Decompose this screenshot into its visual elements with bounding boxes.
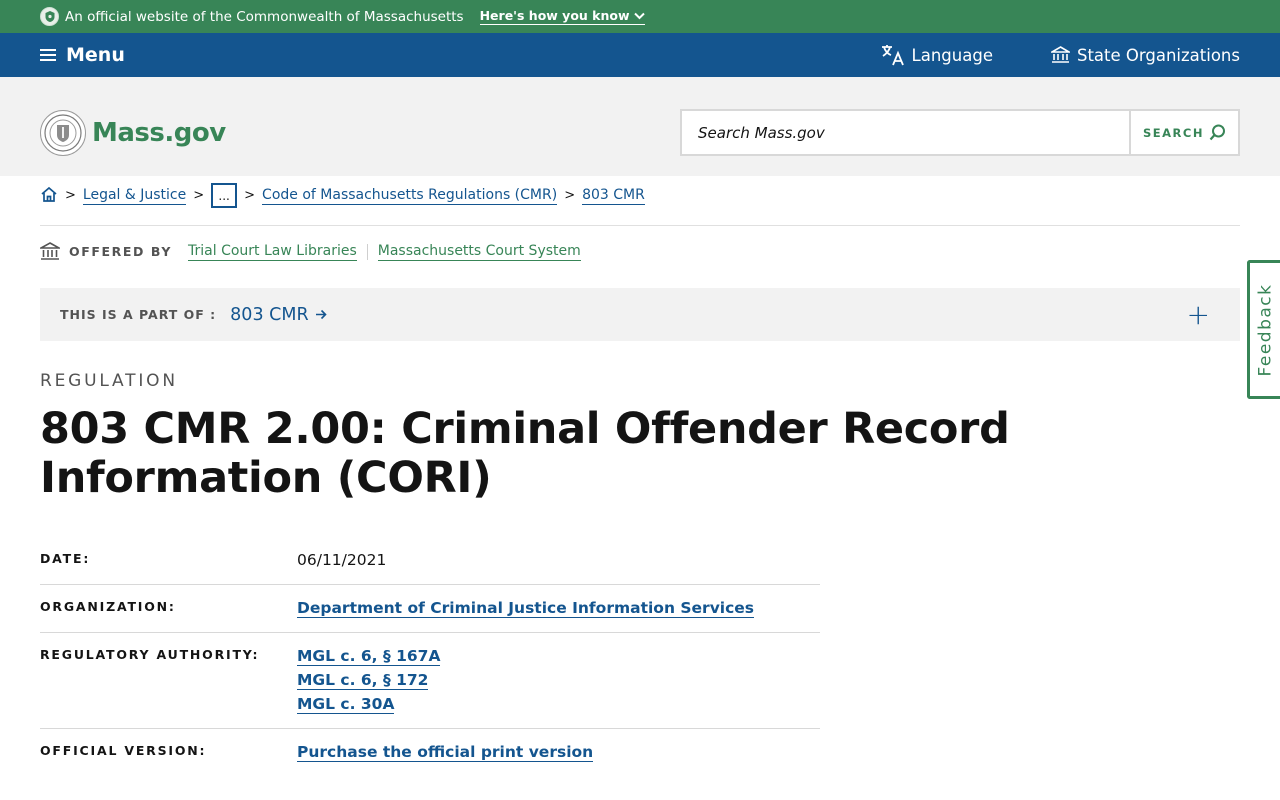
part-of-link[interactable]: 803 CMR (230, 304, 327, 325)
utility-nav: Menu Language State Organizations (0, 33, 1280, 77)
date-value: 06/11/2021 (297, 551, 387, 569)
search-form: SEARCH (680, 109, 1240, 156)
page-title: 803 CMR 2.00: Criminal Offender Record I… (40, 404, 1010, 503)
organization-link-text: Department of Criminal Justice Informati… (297, 599, 755, 618)
breadcrumb-separator: > (244, 188, 256, 203)
breadcrumb-cmr[interactable]: Code of Massachusetts Regulations (CMR) (262, 187, 558, 205)
breadcrumb-803-cmr[interactable]: 803 CMR (582, 187, 645, 205)
breadcrumb-home[interactable] (40, 186, 58, 203)
state-seal-icon (40, 110, 86, 156)
organization-link[interactable]: Department of Criminal Justice Informati… (297, 596, 755, 620)
authority-link-text: MGL c. 6, § 172 (297, 671, 429, 690)
authority-link-text: MGL c. 30A (297, 695, 395, 714)
details-row-organization: ORGANIZATION: Department of Criminal Jus… (40, 585, 820, 633)
official-banner: An official website of the Commonwealth … (0, 0, 1280, 33)
offered-by-label: OFFERED BY (69, 244, 173, 259)
part-of-link-label: 803 CMR (230, 304, 309, 325)
home-icon (41, 186, 57, 202)
official-version-label: OFFICIAL VERSION: (40, 743, 207, 758)
logo-text: Mass.gov (92, 118, 226, 148)
breadcrumb-expand-button[interactable]: ... (211, 183, 238, 208)
authority-link-text: MGL c. 6, § 167A (297, 647, 441, 666)
building-icon (40, 242, 60, 260)
search-icon (1209, 124, 1225, 141)
site-header: Mass.gov SEARCH (0, 77, 1280, 176)
arrow-right-icon (315, 309, 327, 320)
breadcrumb-separator: > (65, 188, 76, 203)
expand-toggle-button[interactable]: + (1187, 300, 1210, 329)
language-button[interactable]: Language (881, 44, 993, 66)
how-you-know-button[interactable]: Here's how you know (479, 8, 645, 25)
official-banner-text: An official website of the Commonwealth … (65, 8, 464, 25)
mass-gov-logo[interactable]: Mass.gov (40, 110, 226, 156)
regulation-details: DATE: 06/11/2021 ORGANIZATION: Departmen… (40, 537, 820, 776)
search-button[interactable]: SEARCH (1129, 111, 1238, 154)
chevron-down-icon (633, 12, 645, 19)
breadcrumb: > Legal & Justice > ... > Code of Massac… (40, 183, 1240, 226)
menu-button[interactable]: Menu (40, 44, 125, 66)
feedback-tab[interactable]: Feedback (1247, 260, 1280, 399)
building-icon (1050, 46, 1070, 63)
how-you-know-label: Here's how you know (479, 8, 630, 23)
details-row-official-version: OFFICIAL VERSION: Purchase the official … (40, 729, 820, 776)
purchase-print-version-text: Purchase the official print version (297, 743, 594, 762)
details-row-date: DATE: 06/11/2021 (40, 537, 820, 585)
breadcrumb-separator: > (564, 188, 576, 203)
state-organizations-button[interactable]: State Organizations (1050, 45, 1240, 65)
search-button-label: SEARCH (1143, 125, 1204, 140)
authority-link[interactable]: MGL c. 6, § 172 (297, 668, 440, 692)
state-organizations-label: State Organizations (1076, 45, 1240, 65)
regulatory-authority-label: REGULATORY AUTHORITY: (40, 647, 260, 662)
search-input[interactable] (682, 111, 1129, 154)
details-row-authority: REGULATORY AUTHORITY: MGL c. 6, § 167A M… (40, 633, 820, 729)
offered-by: OFFERED BY Trial Court Law Libraries Mas… (40, 242, 581, 261)
authority-link[interactable]: MGL c. 6, § 167A (297, 644, 441, 668)
part-of-label: THIS IS A PART OF : (60, 307, 217, 322)
organization-label: ORGANIZATION: (40, 599, 176, 614)
page-category: REGULATION (40, 371, 178, 391)
authority-link[interactable]: MGL c. 30A (297, 692, 440, 716)
breadcrumb-legal-justice[interactable]: Legal & Justice (82, 187, 187, 205)
part-of-bar: THIS IS A PART OF : 803 CMR + (40, 288, 1240, 341)
language-label: Language (911, 45, 993, 65)
divider (366, 243, 368, 260)
org-link-trial-court[interactable]: Trial Court Law Libraries (188, 243, 357, 261)
hamburger-icon (40, 49, 56, 61)
org-link-court-system[interactable]: Massachusetts Court System (377, 243, 581, 261)
breadcrumb-separator: > (193, 188, 205, 203)
date-label: DATE: (40, 551, 91, 566)
menu-label: Menu (66, 44, 125, 66)
translate-icon (881, 45, 904, 66)
feedback-label: Feedback (1255, 283, 1275, 376)
seal-icon (40, 7, 59, 26)
purchase-print-version-link[interactable]: Purchase the official print version (297, 740, 594, 764)
